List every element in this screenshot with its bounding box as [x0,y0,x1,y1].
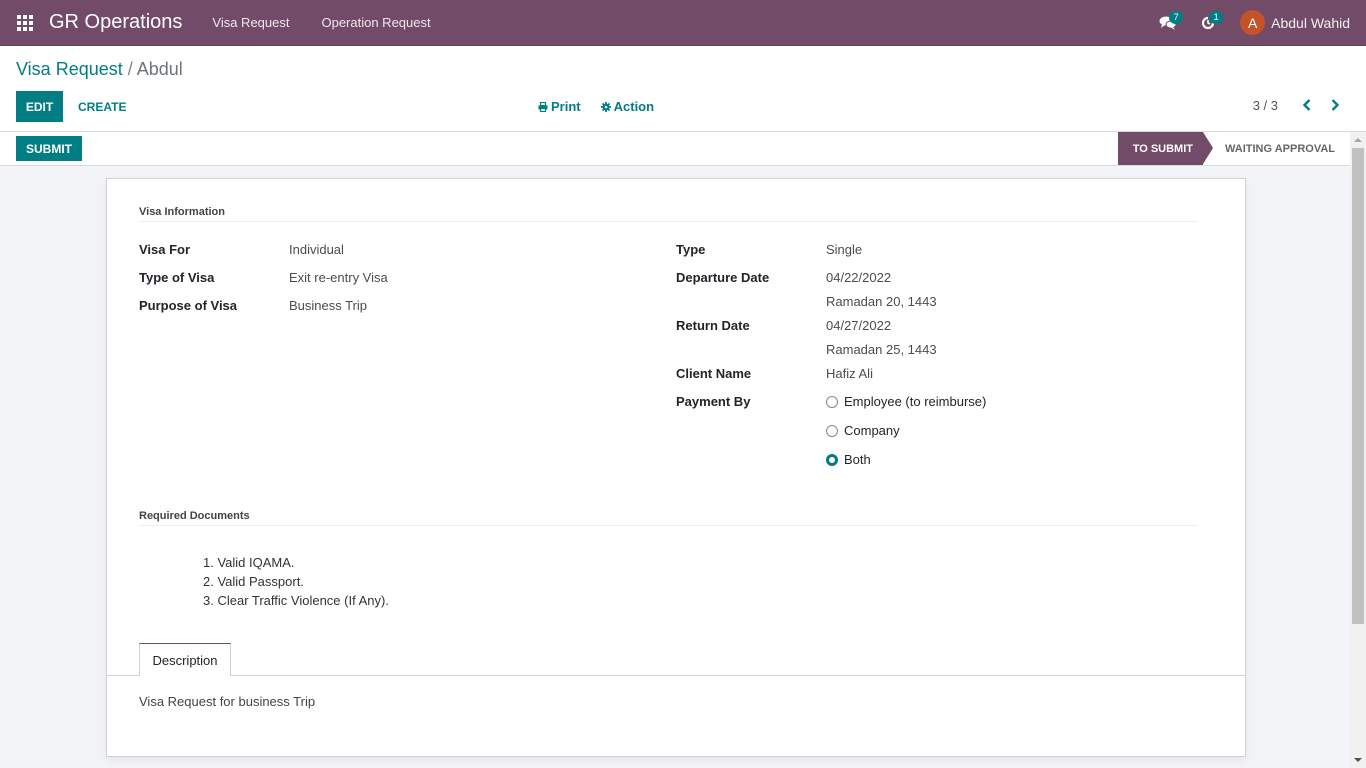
radio-employee-label: Employee (to reimburse) [844,394,987,409]
control-panel: Visa Request / Abdul EDIT CREATE Print A… [0,46,1366,132]
label-type-of-visa: Type of Visa [139,270,215,285]
value-purpose-of-visa: Business Trip [289,298,368,313]
messages-count-badge: 7 [1169,10,1184,24]
edit-button[interactable]: EDIT [16,91,63,122]
stage-to-submit[interactable]: TO SUBMIT [1117,132,1214,165]
radio-both-label: Both [844,452,871,467]
apps-menu-button[interactable] [0,0,50,46]
user-name: Abdul Wahid [1271,14,1350,31]
label-return-date: Return Date [676,318,750,333]
print-dropdown[interactable]: Print [538,99,581,114]
label-visa-for: Visa For [139,242,191,257]
radio-employee[interactable]: Employee (to reimburse) [826,394,986,409]
radio-both[interactable]: Both [826,452,871,467]
value-client-name: Hafiz Ali [826,366,873,381]
radio-unchecked-icon [826,395,838,408]
stage-waiting-approval[interactable]: WAITING APPROVAL [1213,132,1350,165]
action-label: Action [613,99,655,114]
radio-unchecked-icon [826,424,838,437]
status-bar: SUBMIT TO SUBMIT WAITING APPROVAL [0,132,1350,166]
section-title-required-documents: Required Documents [139,510,250,522]
vertical-scrollbar[interactable] [1350,132,1366,768]
create-button[interactable]: CREATE [72,91,132,122]
list-item: 2. Valid Passport. [203,574,304,589]
description-text: Visa Request for business Trip [139,694,316,709]
print-label: Print [551,99,581,114]
chevron-right-icon [1331,99,1340,111]
list-item: 1. Valid IQAMA. [203,555,295,570]
value-type: Single [826,242,863,257]
action-dropdown[interactable]: Action [600,99,655,114]
pager-next-button[interactable] [1326,96,1344,114]
section-divider [139,525,1198,526]
activities-count-badge: 1 [1209,10,1224,24]
value-visa-for: Individual [289,242,344,257]
radio-company[interactable]: Company [826,423,900,438]
radio-company-label: Company [844,423,900,438]
messages-button[interactable]: 7 [1148,0,1188,46]
apps-grid-icon [17,14,33,31]
app-brand[interactable]: GR Operations [49,11,182,34]
scroll-up-arrow-icon[interactable] [1354,138,1362,142]
value-type-of-visa: Exit re-entry Visa [289,270,388,285]
value-return-hijri: Ramadan 25, 1443 [826,342,937,357]
label-client-name: Client Name [676,366,752,381]
scroll-down-arrow-icon[interactable] [1354,758,1362,762]
print-icon [538,101,548,112]
stage-pipeline: TO SUBMIT WAITING APPROVAL [1117,132,1350,165]
pager-value[interactable]: 3 / 3 [1253,98,1278,113]
tab-description[interactable]: Description [139,643,231,676]
breadcrumb-visa-request[interactable]: Visa Request [16,59,123,79]
menu-operation-request[interactable]: Operation Request [321,15,430,30]
label-payment-by: Payment By [676,394,751,409]
label-purpose-of-visa: Purpose of Visa [139,298,238,313]
label-departure-date: Departure Date [676,270,770,285]
value-return-date: 04/27/2022 [826,318,892,333]
user-menu[interactable]: A Abdul Wahid [1240,10,1350,35]
section-title-visa-information: Visa Information [139,206,225,218]
chevron-left-icon [1302,99,1311,111]
radio-checked-icon [826,453,838,466]
submit-button[interactable]: SUBMIT [16,136,82,161]
value-departure-hijri: Ramadan 20, 1443 [826,294,937,309]
form-sheet: Visa Information Visa For Individual Typ… [106,178,1246,757]
menu-visa-request[interactable]: Visa Request [212,15,289,30]
gear-icon [600,101,611,112]
avatar: A [1240,10,1266,35]
breadcrumb-separator: / [122,59,137,79]
scrollbar-thumb[interactable] [1352,148,1364,624]
pager-previous-button[interactable] [1298,96,1316,114]
top-navbar: GR Operations Visa Request Operation Req… [0,0,1366,46]
value-departure-date: 04/22/2022 [826,270,892,285]
label-type: Type [676,242,706,257]
list-item: 3. Clear Traffic Violence (If Any). [203,593,389,608]
breadcrumb-current: Abdul [136,59,183,79]
required-documents-list: 1. Valid IQAMA. 2. Valid Passport. 3. Cl… [203,553,389,610]
section-divider [139,221,1198,222]
breadcrumb: Visa Request / Abdul [16,59,183,80]
activities-button[interactable]: 1 [1188,0,1228,46]
notebook-tab-line [107,675,1245,676]
